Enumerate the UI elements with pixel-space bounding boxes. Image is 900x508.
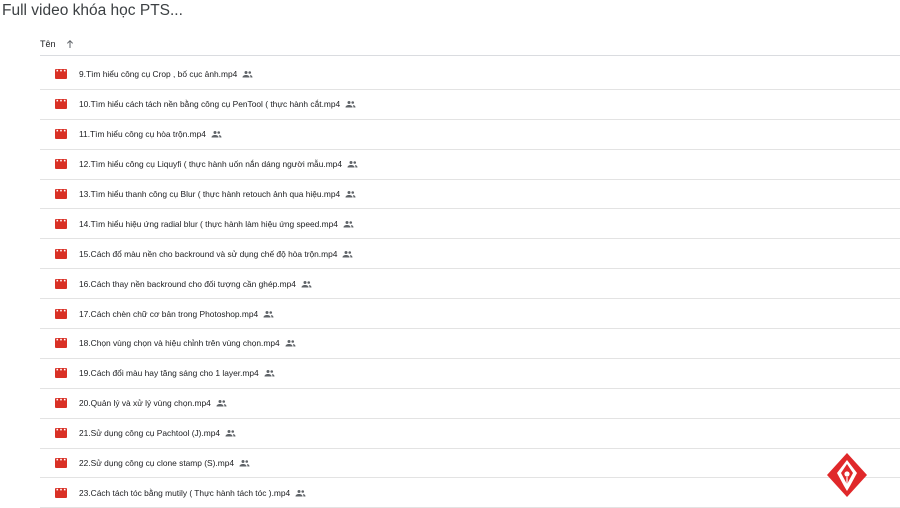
file-row[interactable]: 11.Tìm hiểu công cụ hòa trộn.mp4 <box>40 120 900 150</box>
shared-people-icon <box>285 340 296 347</box>
header-divider <box>40 55 900 56</box>
video-file-icon <box>55 278 67 289</box>
name-column-header[interactable]: Tên <box>40 39 56 49</box>
file-name[interactable]: 9.Tìm hiểu công cụ Crop , bố cục ảnh.mp4 <box>79 69 237 79</box>
file-row[interactable]: 20.Quản lý và xử lý vùng chọn.mp4 <box>40 389 900 419</box>
video-file-icon <box>55 398 67 409</box>
video-file-icon <box>55 338 67 349</box>
file-name[interactable]: 14.Tìm hiểu hiệu ứng radial blur ( thực … <box>79 219 338 229</box>
file-name[interactable]: 22.Sử dụng công cụ clone stamp (S).mp4 <box>79 458 234 468</box>
pen-nib-logo-icon <box>827 453 867 497</box>
video-file-icon <box>55 487 67 498</box>
file-row[interactable]: 21.Sử dụng công cụ Pachtool (J).mp4 <box>40 419 900 449</box>
shared-people-icon <box>216 400 227 407</box>
video-file-icon <box>55 308 67 319</box>
video-file-icon <box>55 189 67 199</box>
folder-title: Full video khóa học PTS... <box>2 2 183 19</box>
shared-people-icon <box>301 280 312 288</box>
shared-people-icon <box>345 101 356 108</box>
file-row[interactable]: 17.Cách chèn chữ cơ bản trong Photoshop.… <box>40 299 900 330</box>
file-name[interactable]: 11.Tìm hiểu công cụ hòa trộn.mp4 <box>79 129 206 139</box>
shared-people-icon <box>225 430 236 437</box>
shared-people-icon <box>264 370 275 377</box>
video-file-icon <box>55 368 67 379</box>
file-row[interactable]: 22.Sử dụng công cụ clone stamp (S).mp4 <box>40 449 900 479</box>
file-row[interactable]: 10.Tìm hiểu cách tách nền bằng công cụ P… <box>40 90 900 120</box>
file-list: 9.Tìm hiểu công cụ Crop , bố cục ảnh.mp4… <box>40 60 900 508</box>
shared-people-icon <box>211 131 222 138</box>
file-name[interactable]: 12.Tìm hiểu công cụ Liquyfi ( thực hành … <box>79 159 342 169</box>
file-row[interactable]: 19.Cách đổi màu hay tăng sáng cho 1 laye… <box>40 359 900 389</box>
shared-people-icon <box>343 220 354 228</box>
file-row[interactable]: 13.Tìm hiểu thanh công cụ Blur ( thực hà… <box>40 180 900 210</box>
shared-people-icon <box>239 460 250 467</box>
column-header: Tên <box>40 34 900 54</box>
file-name[interactable]: 19.Cách đổi màu hay tăng sáng cho 1 laye… <box>79 368 259 378</box>
shared-people-icon <box>242 71 253 78</box>
file-name[interactable]: 23.Cách tách tóc bằng mutily ( Thực hành… <box>79 488 290 498</box>
shared-people-icon <box>263 310 274 318</box>
file-name[interactable]: 18.Chọn vùng chọn và hiệu chỉnh trên vùn… <box>79 338 280 348</box>
video-file-icon <box>55 159 67 170</box>
video-file-icon <box>55 129 67 140</box>
file-row[interactable]: 15.Cách đổ màu nền cho backround và sử d… <box>40 239 900 270</box>
file-row[interactable]: 14.Tìm hiểu hiệu ứng radial blur ( thực … <box>40 209 900 240</box>
file-name[interactable]: 10.Tìm hiểu cách tách nền bằng công cụ P… <box>79 99 340 109</box>
video-file-icon <box>55 428 67 439</box>
shared-people-icon <box>345 191 356 198</box>
shared-people-icon <box>342 250 353 258</box>
video-file-icon <box>55 458 67 469</box>
file-name[interactable]: 21.Sử dụng công cụ Pachtool (J).mp4 <box>79 428 220 438</box>
file-row[interactable]: 12.Tìm hiểu công cụ Liquyfi ( thực hành … <box>40 150 900 180</box>
file-name[interactable]: 15.Cách đổ màu nền cho backround và sử d… <box>79 249 337 259</box>
file-row[interactable]: 23.Cách tách tóc bằng mutily ( Thực hành… <box>40 478 900 508</box>
file-name[interactable]: 17.Cách chèn chữ cơ bản trong Photoshop.… <box>79 309 258 319</box>
file-name[interactable]: 20.Quản lý và xử lý vùng chọn.mp4 <box>79 398 211 408</box>
shared-people-icon <box>347 161 358 168</box>
video-file-icon <box>55 69 67 80</box>
file-row[interactable]: 16.Cách thay nền backround cho đối tượng… <box>40 269 900 300</box>
file-name[interactable]: 16.Cách thay nền backround cho đối tượng… <box>79 279 296 289</box>
file-row[interactable]: 9.Tìm hiểu công cụ Crop , bố cục ảnh.mp4 <box>40 60 900 90</box>
shared-people-icon <box>295 489 306 497</box>
file-name[interactable]: 13.Tìm hiểu thanh công cụ Blur ( thực hà… <box>79 189 340 199</box>
video-file-icon <box>55 99 67 110</box>
video-file-icon <box>55 218 67 229</box>
arrow-up-icon[interactable] <box>64 38 76 50</box>
video-file-icon <box>55 248 67 259</box>
file-row[interactable]: 18.Chọn vùng chọn và hiệu chỉnh trên vùn… <box>40 329 900 359</box>
